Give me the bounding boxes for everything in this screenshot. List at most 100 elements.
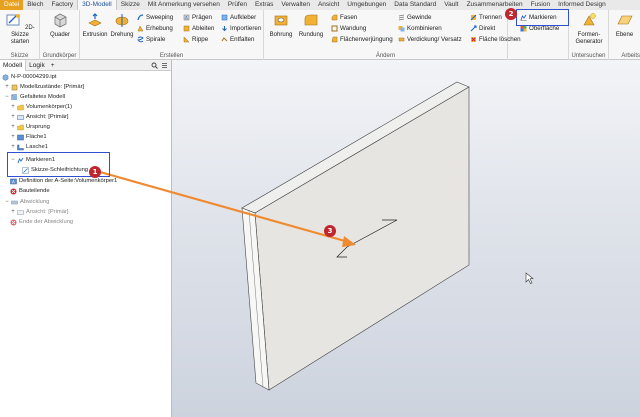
tree-item-volumenkoerper[interactable]: + Volumenkörper(1) <box>10 103 72 112</box>
surface-icon <box>520 25 527 32</box>
emboss-icon: A <box>183 14 190 21</box>
direkt-button[interactable]: Direkt <box>470 24 495 33</box>
2d-skizze-button[interactable]: 2D-Skizze starten <box>2 12 38 46</box>
tab-logik[interactable]: Logik <box>26 60 48 71</box>
mouse-cursor-icon <box>525 272 534 284</box>
add-tab-button[interactable]: + <box>48 60 58 71</box>
extrusion-label: Extrusion <box>82 32 108 38</box>
chamfer-icon <box>331 14 338 21</box>
tree-item-ansicht[interactable]: + Ansicht: [Primär] <box>10 113 68 122</box>
tree-item-abwicklung-ansicht[interactable]: + Ansicht: [Primär] <box>10 208 68 217</box>
ableiten-button[interactable]: Ableiten <box>183 24 214 33</box>
expand-icon[interactable]: + <box>10 103 16 112</box>
unwrap-icon <box>221 37 228 42</box>
formen-generator-button[interactable]: Formen-Generator <box>570 12 608 46</box>
aufkleber-button[interactable]: Aufkleber <box>221 13 256 22</box>
graphics-viewport[interactable] <box>172 60 640 417</box>
fillet-icon <box>304 14 318 26</box>
rippe-button[interactable]: Rippe <box>183 35 208 44</box>
extrusion-button[interactable]: Extrusion <box>82 12 108 39</box>
tree-item-ursprung[interactable]: + Ursprung <box>10 123 50 132</box>
rippe-label: Rippe <box>192 36 209 43</box>
tab-data-standard[interactable]: Data Standard <box>390 0 440 10</box>
ebene-button[interactable]: Ebene <box>610 12 639 39</box>
group-arbeits: Ebene Arbeits <box>609 10 640 60</box>
expand-icon[interactable]: + <box>10 113 16 122</box>
tree-label: Abwicklung <box>20 199 50 205</box>
tab-vault[interactable]: Vault <box>440 0 462 10</box>
tab-blech[interactable]: Blech <box>23 0 47 10</box>
collapse-icon[interactable]: − <box>4 93 10 102</box>
menu-icon[interactable] <box>161 62 168 69</box>
flaechenverjuengung-button[interactable]: Flächenverjüngung <box>331 35 393 44</box>
spirale-label: Spirale <box>146 36 166 43</box>
erhebung-button[interactable]: Erhebung <box>137 24 173 33</box>
formen-generator-label: Formen-Generator <box>575 32 603 45</box>
gewinde-label: Gewinde <box>407 14 432 21</box>
expand-icon[interactable]: + <box>10 143 16 152</box>
expand-icon[interactable]: + <box>10 208 16 217</box>
expand-icon[interactable]: + <box>10 123 16 132</box>
verdickung-label: Verdickung/ Versatz <box>407 36 462 43</box>
tab-3d-modell[interactable]: 3D-Modell <box>77 0 117 10</box>
tree-item-modellzustaende[interactable]: + Modellzustände: [Primär] <box>4 83 84 92</box>
bohrung-button[interactable]: Bohrung <box>267 12 295 39</box>
gewinde-button[interactable]: Gewinde <box>398 13 431 22</box>
end-of-part-icon <box>10 188 17 195</box>
tab-modell[interactable]: Modell <box>0 59 27 71</box>
thread-icon <box>398 14 405 21</box>
decal-icon <box>221 14 228 21</box>
kombinieren-button[interactable]: Kombinieren <box>398 24 442 33</box>
plane-icon <box>617 15 632 25</box>
tab-extras[interactable]: Extras <box>251 0 277 10</box>
expand-icon[interactable]: + <box>10 133 16 142</box>
shape-generator-icon <box>583 13 596 26</box>
tree-label: Volumenkörper(1) <box>26 104 73 110</box>
flaechenverjuengung-label: Flächenverjüngung <box>340 36 393 43</box>
tree-item-abwicklung[interactable]: − Abwicklung <box>4 198 49 207</box>
tab-pruefen[interactable]: Prüfen <box>224 0 251 10</box>
quader-button[interactable]: Quader <box>42 12 78 39</box>
rundung-button[interactable]: Rundung <box>296 12 326 39</box>
fasen-button[interactable]: Fasen <box>331 13 357 22</box>
model-states-icon <box>11 84 18 91</box>
part-icon <box>2 74 9 81</box>
tab-datei[interactable]: Datei <box>0 0 24 10</box>
expand-icon[interactable]: + <box>4 83 10 92</box>
tab-skizze[interactable]: Skizze <box>117 0 144 10</box>
tree-item-part[interactable]: N-P-00004299.ipt <box>2 73 56 82</box>
tree-item-a-seite[interactable]: A Definition der A-Seite:Volumenkörper1 <box>10 177 117 186</box>
tree-item-gefaltetes-modell[interactable]: − Gefaltetes Modell <box>4 93 65 102</box>
tree-item-lasche1[interactable]: + Lasche1 <box>10 143 48 152</box>
rib-icon <box>183 36 190 43</box>
spirale-button[interactable]: Spirale <box>137 35 165 44</box>
tab-ansicht[interactable]: Ansicht <box>314 0 343 10</box>
tree-label: Bauteilende <box>19 188 50 194</box>
tree-item-ende-abwicklung[interactable]: Ende der Abwicklung <box>10 218 73 227</box>
trennen-label: Trennen <box>479 14 502 21</box>
group-skizze: 2D-Skizze starten Skizze <box>0 10 40 60</box>
wandung-button[interactable]: Wandung <box>331 24 366 33</box>
verdickung-button[interactable]: Verdickung/ Versatz <box>398 35 462 44</box>
entfalten-button[interactable]: Entfalten <box>221 35 254 44</box>
tab-umgebungen[interactable]: Umgebungen <box>343 0 390 10</box>
tab-factory[interactable]: Factory <box>47 0 77 10</box>
drehung-button[interactable]: Drehung <box>109 12 135 39</box>
tree-label: Fläche1 <box>26 134 47 140</box>
tree-item-flaeche1[interactable]: + Fläche1 <box>10 133 47 142</box>
search-icon[interactable] <box>151 62 158 69</box>
wandung-label: Wandung <box>340 25 367 32</box>
callout-badge-2: 2 <box>505 8 517 20</box>
group-aendern: Bohrung Rundung Fasen Wandung Flächenver… <box>264 10 521 60</box>
tab-verwalten[interactable]: Verwalten <box>277 0 314 10</box>
sweeping-button[interactable]: Sweeping <box>137 13 173 22</box>
tree-item-bauteilende[interactable]: Bauteilende <box>10 187 50 196</box>
trennen-button[interactable]: Trennen <box>470 13 502 22</box>
collapse-icon[interactable]: − <box>4 198 10 207</box>
tree-label: Ende der Abwicklung <box>19 219 74 225</box>
importieren-button[interactable]: Importieren <box>221 24 261 33</box>
hole-icon <box>274 15 288 26</box>
end-of-flat-icon <box>10 219 17 226</box>
tab-mit-anmerkung[interactable]: Mit Anmerkung versehen <box>144 0 224 10</box>
praegen-button[interactable]: A Prägen <box>183 13 212 22</box>
